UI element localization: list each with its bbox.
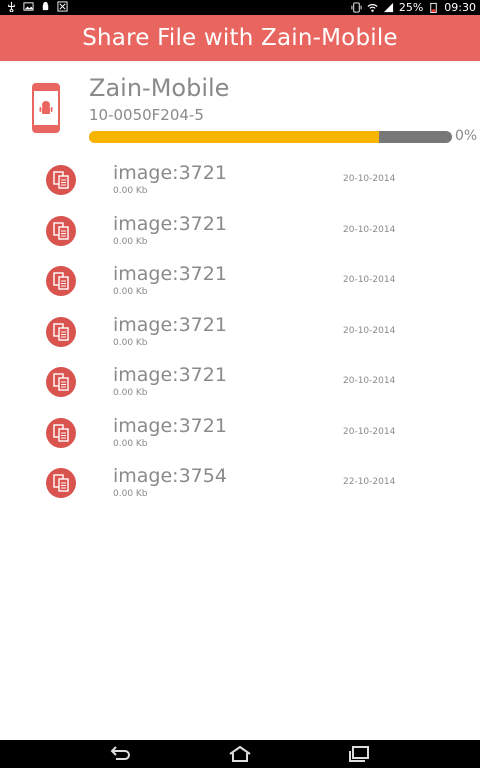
usb-icon <box>8 1 15 12</box>
battery-icon <box>430 2 438 13</box>
file-name: image:3721 <box>113 263 227 285</box>
file-row[interactable]: image:3721 0.00 Kb 20-10-2014 <box>0 408 480 459</box>
device-id: 10-0050F204-5 <box>89 106 204 124</box>
clock: 09:30 <box>444 1 476 14</box>
image-icon <box>23 2 34 11</box>
notification-icons <box>6 1 68 12</box>
recent-apps-icon[interactable] <box>347 745 371 763</box>
file-copy-icon <box>46 266 76 296</box>
app-header: Share File with Zain-Mobile <box>0 15 480 61</box>
back-icon[interactable] <box>108 745 132 763</box>
file-row[interactable]: image:3721 0.00 Kb 20-10-2014 <box>0 357 480 408</box>
android-phone-icon <box>32 83 60 133</box>
excel-file-icon <box>57 1 68 12</box>
battery-percent: 25% <box>398 1 424 14</box>
file-name: image:3721 <box>113 364 227 386</box>
file-list: image:3721 0.00 Kb 20-10-2014 image:3721 0.0… <box>0 155 480 509</box>
file-row[interactable]: image:3721 0.00 Kb 20-10-2014 <box>0 307 480 358</box>
file-row[interactable]: image:3721 0.00 Kb 20-10-2014 <box>0 256 480 307</box>
file-date: 20-10-2014 <box>343 174 396 184</box>
progress-fill <box>89 131 380 143</box>
file-size: 0.00 Kb <box>113 438 148 449</box>
file-name: image:3721 <box>113 313 227 336</box>
file-copy-icon <box>46 367 76 397</box>
file-name: image:3754 <box>113 465 227 487</box>
file-copy-icon <box>46 165 76 195</box>
file-size: 0.00 Kb <box>113 186 148 196</box>
file-date: 20-10-2014 <box>343 275 396 285</box>
navigation-bar <box>0 740 480 768</box>
file-size: 0.00 Kb <box>113 337 148 348</box>
file-copy-icon <box>46 215 76 246</box>
file-name: image:3721 <box>113 414 227 437</box>
file-row[interactable]: image:3721 0.00 Kb 20-10-2014 <box>0 206 480 257</box>
file-name: image:3721 <box>113 212 227 235</box>
device-name: Zain-Mobile <box>89 74 230 102</box>
file-size: 0.00 Kb <box>113 236 148 247</box>
system-icons: 25% 09:30 <box>351 0 476 15</box>
status-bar: 25% 09:30 <box>0 0 480 15</box>
signal-icon <box>383 2 393 13</box>
file-name: image:3721 <box>113 162 227 184</box>
home-icon[interactable] <box>227 745 253 763</box>
page-title: Share File with Zain-Mobile <box>82 25 398 51</box>
progress-percent-label: 0% <box>455 128 478 144</box>
file-size: 0.00 Kb <box>113 489 148 499</box>
file-row[interactable]: image:3721 0.00 Kb 20-10-2014 <box>0 155 480 206</box>
file-date: 20-10-2014 <box>343 426 396 437</box>
transfer-progress-bar <box>89 131 452 143</box>
android-debug-icon <box>42 1 49 11</box>
file-copy-icon <box>46 316 76 347</box>
device-card: Zain-Mobile 10-0050F204-5 0% <box>0 66 480 156</box>
wifi-icon <box>367 4 378 12</box>
file-date: 20-10-2014 <box>343 376 396 386</box>
file-copy-icon <box>46 417 76 448</box>
file-date: 20-10-2014 <box>343 224 396 235</box>
file-size: 0.00 Kb <box>113 287 148 297</box>
file-date: 22-10-2014 <box>343 477 396 487</box>
vibrate-icon <box>351 2 362 13</box>
file-size: 0.00 Kb <box>113 388 148 398</box>
file-row[interactable]: image:3754 0.00 Kb 22-10-2014 <box>0 458 480 509</box>
file-copy-icon <box>46 468 76 498</box>
file-date: 20-10-2014 <box>343 325 396 336</box>
